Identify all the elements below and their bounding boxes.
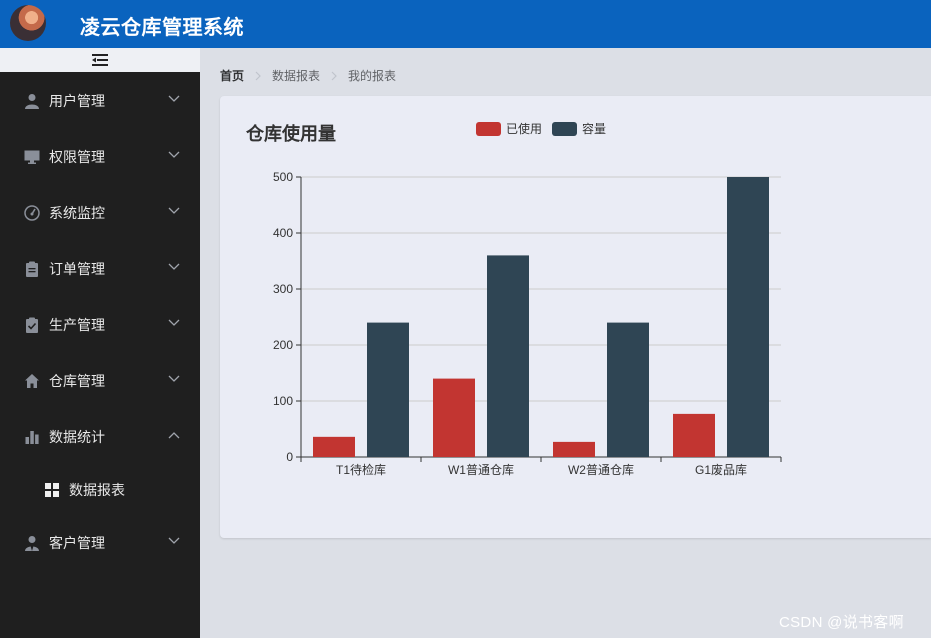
sidebar-subitem-data-report[interactable]: 数据报表 (0, 462, 200, 518)
monitor-icon (24, 150, 40, 164)
y-tick-label: 400 (273, 226, 293, 240)
watermark: CSDN @说书客啊 (779, 614, 904, 631)
y-tick-label: 500 (273, 170, 293, 184)
sidebar-item-order-management[interactable]: 订单管理 (0, 241, 200, 297)
x-tick-label: G1废品库 (695, 462, 747, 477)
x-tick-label: T1待检库 (336, 462, 386, 477)
sidebar-item-label: 仓库管理 (49, 373, 105, 389)
y-tick-label: 300 (273, 282, 293, 296)
bar-chart-icon (25, 431, 39, 444)
chevron-down-icon (168, 151, 180, 158)
sidebar-item-label: 用户管理 (49, 93, 105, 109)
y-tick-label: 0 (286, 450, 293, 464)
bar-chart: 0 100 200 300 400 500 T1待检库 W1普通仓库 W2普通仓库 G1废品库 (273, 170, 782, 477)
chevron-right-icon (331, 71, 337, 80)
bar-used (553, 441, 595, 457)
x-tick-label: W2普通仓库 (568, 462, 634, 477)
sidebar-item-label: 数据统计 (49, 429, 105, 445)
chevron-down-icon (168, 537, 180, 544)
sidebar-item-system-monitor[interactable]: 系统监控 (0, 185, 200, 241)
user-icon (25, 94, 39, 109)
sidebar-item-permission-management[interactable]: 权限管理 (0, 129, 200, 185)
home-icon (25, 374, 39, 388)
y-tick-label: 200 (273, 338, 293, 352)
chevron-down-icon (168, 319, 180, 326)
menu-collapse-icon[interactable] (92, 54, 108, 66)
chevron-down-icon (168, 375, 180, 382)
bar-capacity (607, 322, 649, 457)
chevron-down-icon (168, 95, 180, 102)
bar-capacity (487, 255, 529, 457)
bar-used (673, 413, 715, 457)
top-header: 凌云仓库管理系统 (0, 0, 931, 48)
clipboard-check-icon (26, 317, 38, 333)
clipboard-icon (26, 261, 38, 277)
sidebar-item-label: 生产管理 (49, 317, 105, 333)
sidebar: 用户管理 权限管理 系统监控 订单管理 生产管理 仓库管理 数据统计 数据报表 … (0, 72, 200, 638)
sidebar-toggle-bar (0, 48, 200, 72)
chevron-right-icon (255, 71, 261, 80)
customer-icon (25, 536, 39, 551)
sidebar-item-production-management[interactable]: 生产管理 (0, 297, 200, 353)
bar-capacity (727, 177, 769, 457)
breadcrumb-my-report: 我的报表 (348, 69, 397, 83)
avatar[interactable] (10, 5, 46, 41)
bar-used (313, 436, 355, 457)
chevron-down-icon (168, 263, 180, 270)
breadcrumb-home[interactable]: 首页 (220, 67, 244, 84)
sidebar-item-label: 客户管理 (49, 535, 105, 551)
breadcrumb-data-report[interactable]: 数据报表 (272, 67, 320, 84)
sidebar-item-label: 系统监控 (49, 205, 105, 221)
gauge-icon (24, 205, 40, 221)
chart-card: 仓库使用量 已使用 容量 0 100 200 300 400 500 T1待检库 W1普通仓库… (220, 96, 931, 538)
y-tick-label: 100 (273, 394, 293, 408)
chevron-down-icon (168, 207, 180, 214)
sidebar-item-data-statistics[interactable]: 数据统计 (0, 409, 200, 465)
sidebar-item-label: 权限管理 (49, 149, 105, 165)
sidebar-item-label: 订单管理 (49, 261, 105, 277)
bar-capacity (367, 322, 409, 457)
breadcrumb: 首页 数据报表 我的报表 (220, 67, 396, 84)
chevron-up-icon (168, 432, 180, 439)
sidebar-item-warehouse-management[interactable]: 仓库管理 (0, 353, 200, 409)
bar-used (433, 378, 475, 457)
x-tick-label: W1普通仓库 (448, 462, 514, 477)
sidebar-item-customer-management[interactable]: 客户管理 (0, 515, 200, 571)
grid-icon (45, 483, 59, 497)
sidebar-item-user-management[interactable]: 用户管理 (0, 73, 200, 129)
sidebar-item-label: 数据报表 (69, 482, 125, 498)
app-title: 凌云仓库管理系统 (80, 17, 244, 39)
